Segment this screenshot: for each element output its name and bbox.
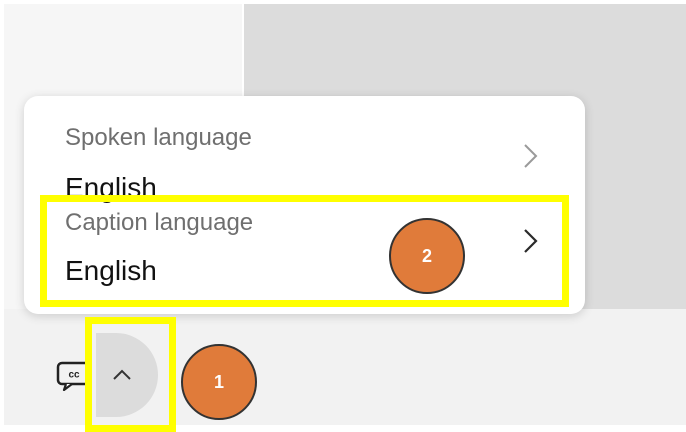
spoken-language-value: English — [65, 172, 157, 203]
caption-language-item[interactable]: Caption language English — [24, 203, 585, 298]
chevron-up-icon — [113, 369, 131, 380]
svg-text:cc: cc — [68, 370, 80, 381]
closed-captions-icon[interactable]: cc — [56, 361, 94, 391]
spoken-language-item[interactable]: Spoken language English — [24, 108, 585, 203]
chevron-right-icon — [524, 229, 538, 253]
chevron-right-icon — [524, 144, 538, 168]
caption-language-menu: Spoken language English Caption language… — [24, 96, 585, 314]
step-2-badge: 2 — [389, 218, 465, 294]
step-1-badge: 1 — [181, 344, 257, 420]
caption-language-label: Caption language — [65, 209, 254, 236]
caption-language-value: English — [65, 255, 157, 286]
spoken-language-label: Spoken language — [65, 124, 252, 151]
